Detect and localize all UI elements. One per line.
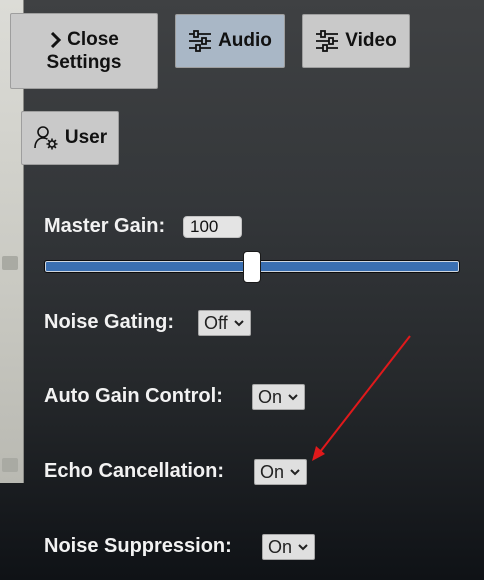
settings-label: Settings	[46, 52, 122, 73]
close-settings-button[interactable]: Close Settings	[10, 13, 158, 89]
noise-suppression-value: On	[268, 536, 293, 557]
noise-gating-value: Off	[204, 312, 228, 333]
background-page-mark	[2, 458, 18, 472]
chevron-right-icon	[51, 31, 62, 48]
auto-gain-control-value: On	[258, 386, 283, 407]
close-label: Close	[67, 29, 119, 50]
noise-suppression-label: Noise Suppression:	[44, 535, 232, 557]
chevron-down-icon	[290, 468, 300, 476]
echo-cancellation-select[interactable]: On	[254, 459, 307, 485]
noise-suppression-select[interactable]: On	[262, 534, 315, 560]
master-gain-input[interactable]	[183, 216, 242, 238]
tab-user[interactable]: User	[21, 111, 119, 165]
user-gear-icon	[34, 126, 58, 150]
noise-gating-select[interactable]: Off	[198, 310, 251, 336]
auto-gain-control-label: Auto Gain Control:	[44, 385, 223, 407]
background-page-mark	[2, 256, 18, 270]
tab-video-label: Video	[345, 30, 397, 51]
tab-audio[interactable]: Audio	[175, 14, 285, 68]
echo-cancellation-value: On	[260, 461, 285, 482]
tab-user-label: User	[64, 127, 108, 148]
chevron-down-icon	[298, 543, 308, 551]
tab-video[interactable]: Video	[302, 14, 410, 68]
auto-gain-control-select[interactable]: On	[252, 384, 305, 410]
master-gain-slider-thumb[interactable]	[243, 251, 261, 283]
echo-cancellation-label: Echo Cancellation:	[44, 460, 225, 482]
tab-audio-label: Audio	[218, 30, 272, 51]
noise-gating-label: Noise Gating:	[44, 311, 175, 333]
master-gain-label: Master Gain:	[44, 215, 166, 237]
chevron-down-icon	[288, 393, 298, 401]
sliders-icon	[189, 30, 212, 52]
chevron-down-icon	[233, 319, 244, 327]
sliders-icon	[316, 30, 339, 52]
